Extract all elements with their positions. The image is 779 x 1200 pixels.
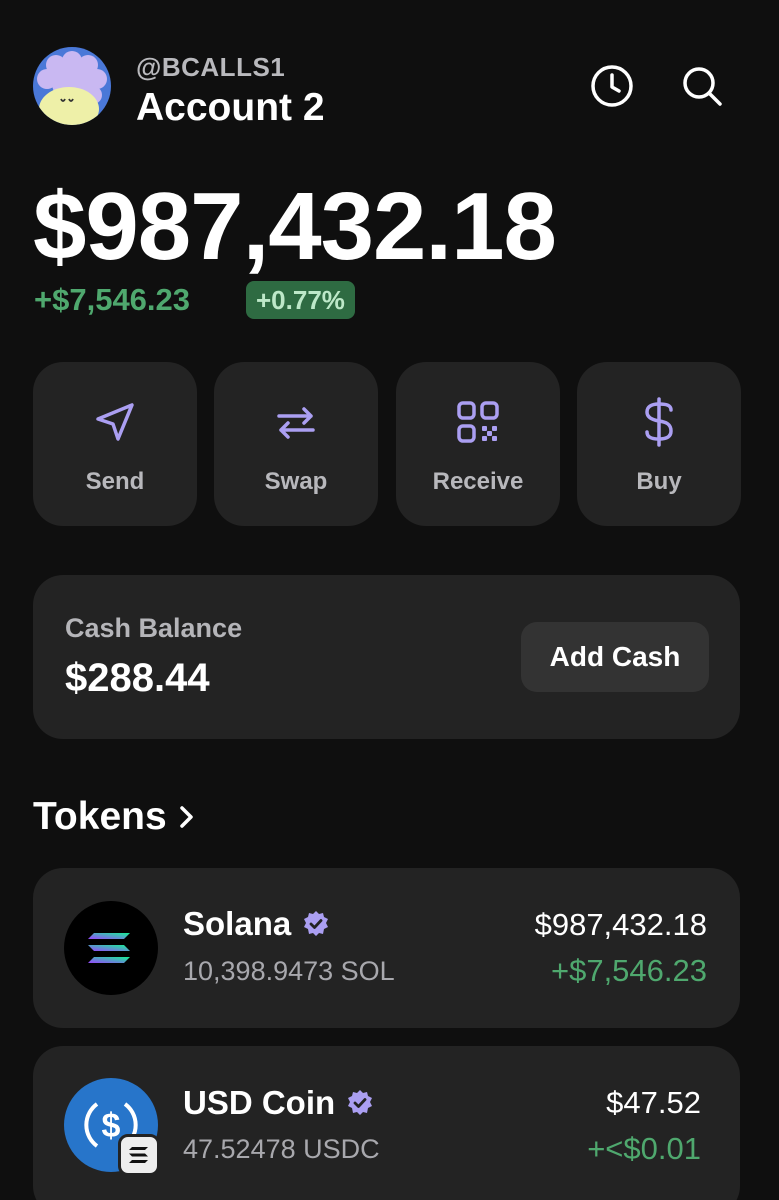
solana-network-badge-icon [118, 1134, 160, 1176]
solana-name-text: Solana [183, 905, 292, 942]
avatar-image [33, 47, 111, 125]
dollar-icon [633, 396, 685, 448]
tokens-title: Tokens [33, 795, 167, 838]
qr-code-icon [452, 396, 504, 448]
svg-text:$: $ [102, 1107, 121, 1145]
search-icon [683, 67, 722, 106]
cash-balance-value: $288.44 [65, 656, 210, 700]
buy-label: Buy [636, 468, 682, 495]
balance-change-amount: +$7,546.23 [34, 282, 191, 317]
send-icon [89, 396, 141, 448]
token-value-solana: $987,432.18 [534, 907, 707, 942]
account-handle: @BCALLS1 [136, 52, 286, 82]
token-quantity-usd-coin: 47.52478 USDC [183, 1134, 380, 1164]
solana-token-icon [64, 901, 158, 995]
verified-badge-icon [304, 911, 329, 936]
buy-button[interactable]: Buy [577, 362, 741, 526]
usd-coin-name-text: USD Coin [183, 1084, 336, 1121]
history-icon [591, 65, 633, 107]
balance-change-percent-badge: +0.77% [246, 281, 355, 319]
token-change-solana: +$7,546.23 [550, 953, 707, 988]
swap-label: Swap [264, 468, 328, 495]
search-button[interactable] [678, 62, 726, 110]
receive-button[interactable]: Receive [396, 362, 560, 526]
swap-button[interactable]: Swap [214, 362, 378, 526]
tokens-header[interactable]: Tokens [33, 795, 197, 839]
chevron-right-icon [179, 806, 193, 828]
verified-badge-icon [348, 1090, 373, 1115]
token-value-usd-coin: $47.52 [606, 1085, 701, 1120]
avatar[interactable] [33, 47, 111, 125]
token-quantity-solana: 10,398.9473 SOL [183, 956, 395, 986]
history-button[interactable] [588, 62, 636, 110]
receive-label: Receive [432, 468, 524, 495]
token-name-usd-coin: USD Coin [183, 1084, 375, 1122]
account-name[interactable]: Account 2 [136, 86, 325, 130]
token-name-solana: Solana [183, 905, 331, 943]
add-cash-button[interactable]: Add Cash [521, 622, 709, 692]
total-balance: $987,432.18 [33, 173, 557, 280]
token-change-usd-coin: +<$0.01 [587, 1131, 701, 1166]
cash-balance-label: Cash Balance [65, 613, 243, 643]
send-label: Send [85, 468, 145, 495]
send-button[interactable]: Send [33, 362, 197, 526]
swap-icon [270, 396, 322, 448]
